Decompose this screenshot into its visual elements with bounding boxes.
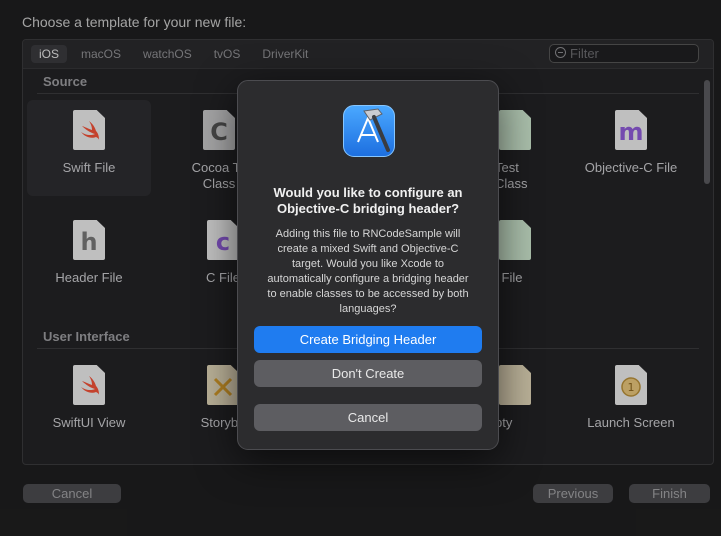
alert-title: Would you like to configure an Objective…: [273, 185, 463, 216]
alert-cancel-button[interactable]: Cancel: [254, 404, 482, 431]
bridging-header-alert: Would you like to configure an Objective…: [237, 80, 499, 450]
dont-create-button[interactable]: Don't Create: [254, 360, 482, 387]
create-bridging-header-button[interactable]: Create Bridging Header: [254, 326, 482, 353]
xcode-icon: [343, 105, 395, 157]
alert-message: Adding this file to RNCodeSample will cr…: [267, 228, 469, 315]
